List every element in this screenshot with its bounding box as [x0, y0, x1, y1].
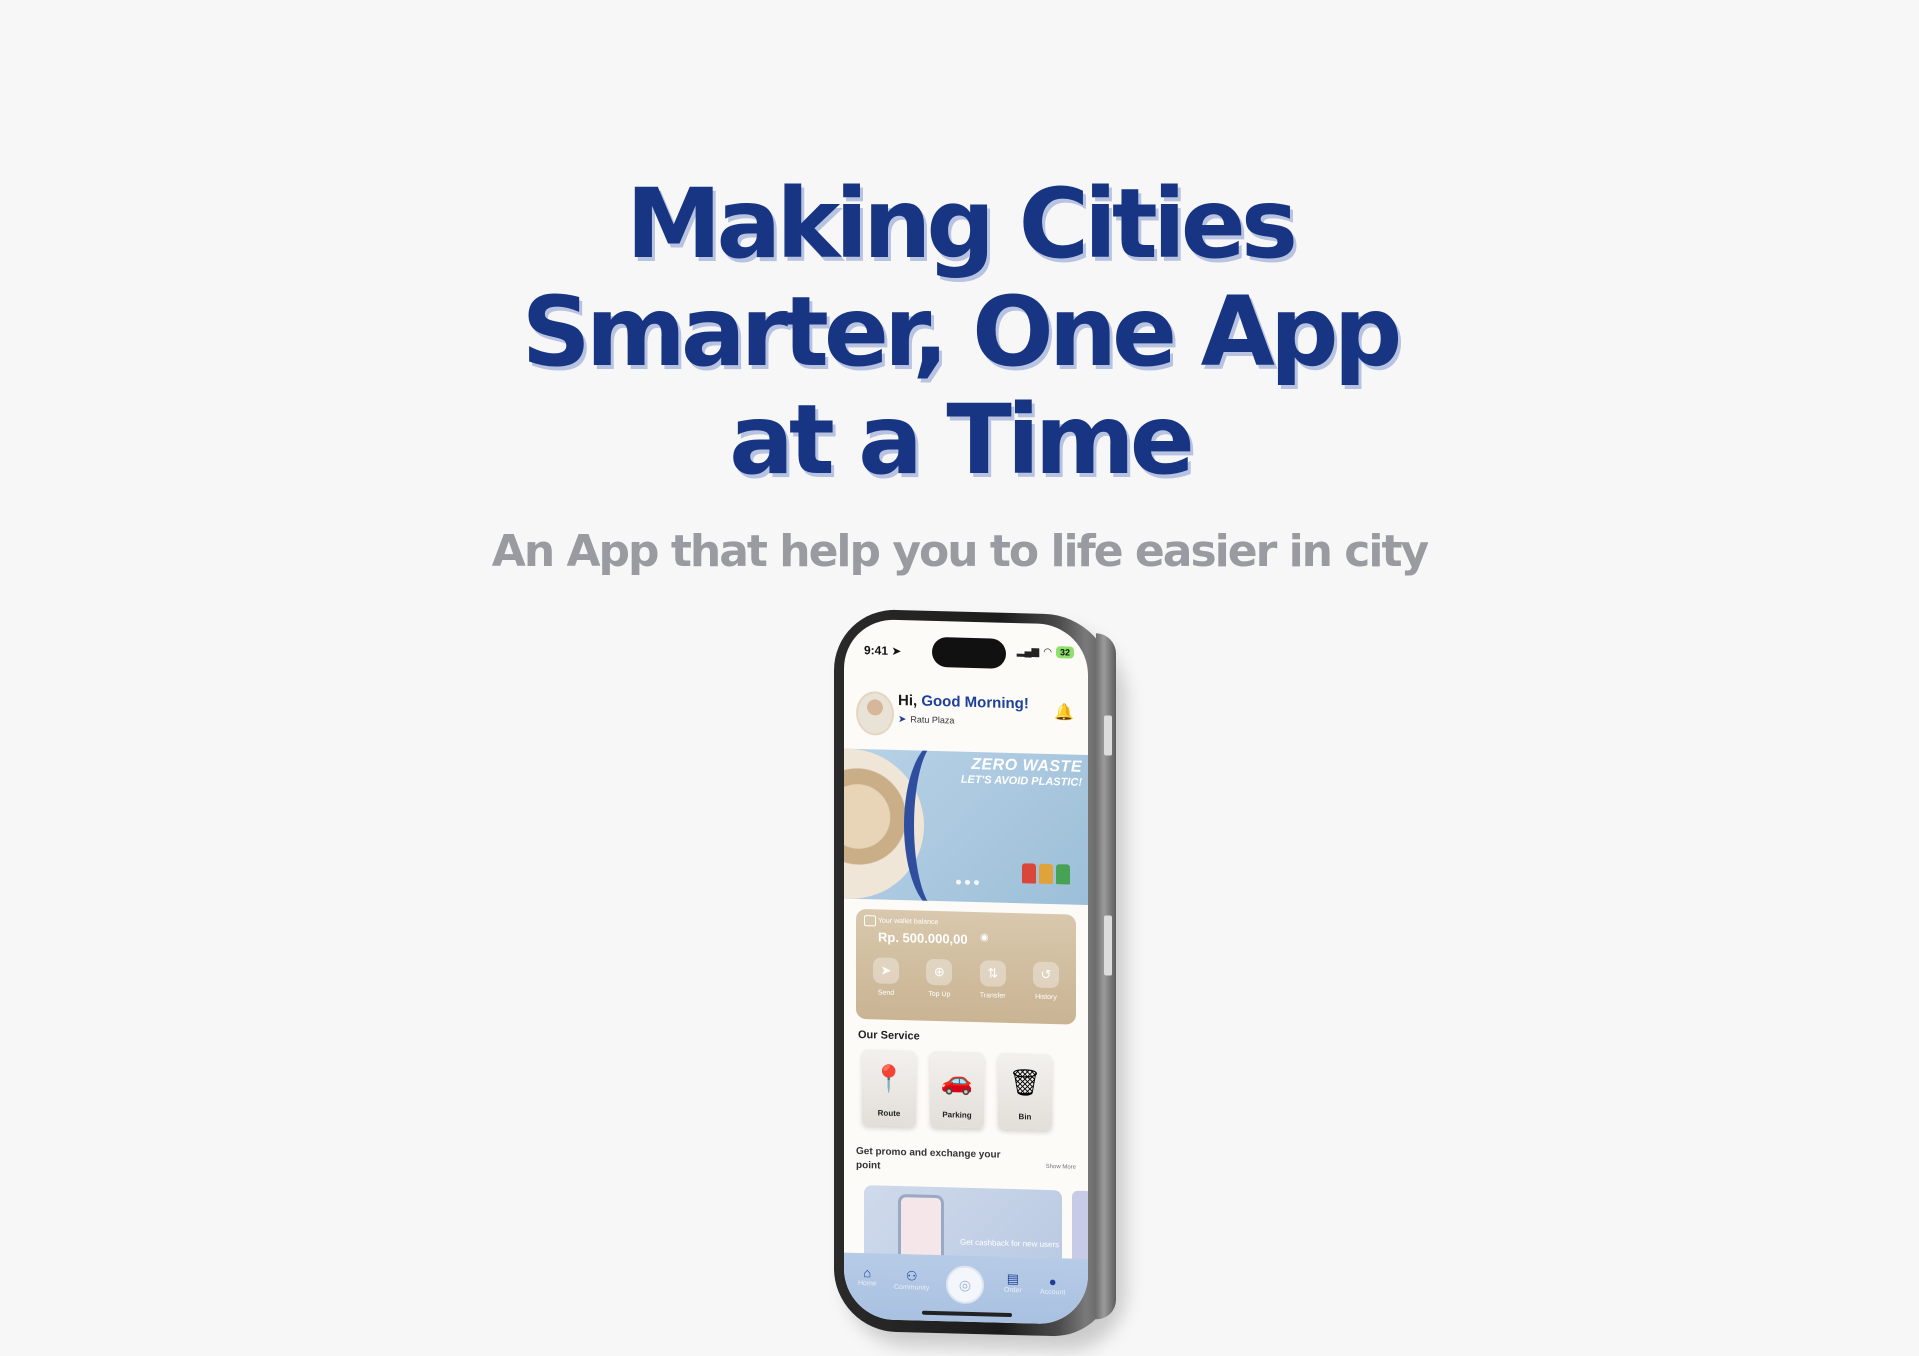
nav-account[interactable]: ● Account — [1040, 1273, 1065, 1296]
service-route[interactable]: 📍 Route — [862, 1049, 916, 1127]
top-up-button[interactable]: ⊕ Top Up — [917, 958, 961, 999]
greeting-header: Hi, Good Morning! ➤ Ratu Plaza 🔔 — [856, 689, 1080, 745]
hero-title-line-2: Smarter, One App — [521, 276, 1403, 388]
hero-title-line-3: at a Time — [729, 384, 1195, 496]
promo-banner[interactable]: ZERO WASTE LET'S AVOID PLASTIC! — [844, 748, 1088, 905]
bell-icon[interactable]: 🔔 — [1054, 702, 1074, 723]
greeting-text: Hi, Good Morning! — [898, 692, 1029, 713]
history-button[interactable]: ↺ History — [1024, 961, 1068, 1001]
parking-icon: 🚗 — [940, 1065, 974, 1096]
hero-title-line-1: Making Cities — [626, 168, 1298, 280]
hero-title: Making Cities Smarter, One App at a Time — [0, 170, 1919, 494]
banner-bins-illustration — [1022, 863, 1070, 885]
scan-button[interactable]: ◎ — [946, 1265, 984, 1305]
account-icon: ● — [1048, 1273, 1057, 1290]
dynamic-island — [932, 636, 1006, 669]
show-more-link[interactable]: Show More — [1046, 1164, 1076, 1171]
wallet-card: Your wallet balance Rp. 500.000,00 ◉ ➤ S… — [856, 908, 1076, 1025]
promo-card-text: Get cashback for new users — [960, 1237, 1060, 1250]
services-list: 📍 Route 🚗 Parking 🗑 Bin — [862, 1049, 1052, 1131]
eye-icon[interactable]: ◉ — [980, 932, 989, 943]
status-icons: ▂▄▆ ◠ 32 — [1016, 645, 1074, 659]
wallet-label: Your wallet balance — [878, 917, 939, 927]
services-title: Our Service — [858, 1028, 920, 1043]
phone-power-button — [1104, 915, 1112, 976]
service-bin[interactable]: 🗑 Bin — [998, 1052, 1052, 1131]
community-icon: ⚇ — [905, 1268, 918, 1284]
history-icon: ↺ — [1032, 961, 1059, 989]
order-icon: ▤ — [1006, 1270, 1020, 1287]
hero-subtitle: An App that help you to life easier in c… — [491, 526, 1429, 577]
bin-icon: 🗑 — [1008, 1066, 1042, 1098]
wallet-amount: Rp. 500.000,00 — [878, 929, 968, 947]
banner-title: ZERO WASTE LET'S AVOID PLASTIC! — [960, 755, 1082, 789]
promo-title: Get promo and exchange your point — [856, 1145, 1001, 1172]
status-time: 9:41 ➤ — [864, 643, 902, 659]
wallet-actions: ➤ Send ⊕ Top Up ⇅ Transfer ↺ History — [864, 957, 1068, 1001]
send-icon: ➤ — [873, 957, 899, 985]
plus-circle-icon: ⊕ — [926, 958, 953, 986]
service-parking[interactable]: 🚗 Parking — [930, 1050, 984, 1129]
home-icon: ⌂ — [863, 1265, 872, 1281]
nav-home[interactable]: ⌂ Home — [858, 1265, 877, 1287]
send-button[interactable]: ➤ Send — [864, 957, 908, 997]
wifi-icon: ◠ — [1043, 646, 1052, 658]
nav-order[interactable]: ▤ Order — [1004, 1271, 1022, 1294]
phone-mockup: 9:41 ➤ ▂▄▆ ◠ 32 Hi, Good Morning! ➤ Ratu … — [834, 608, 1116, 1338]
phone-screen: 9:41 ➤ ▂▄▆ ◠ 32 Hi, Good Morning! ➤ Ratu … — [844, 618, 1088, 1325]
location-label[interactable]: ➤ Ratu Plaza — [898, 714, 954, 726]
avatar[interactable] — [856, 690, 894, 736]
location-arrow-icon: ➤ — [898, 714, 907, 726]
map-pin-icon: 📍 — [872, 1063, 906, 1095]
transfer-button[interactable]: ⇅ Transfer — [971, 960, 1015, 1000]
wallet-icon — [864, 915, 876, 927]
battery-indicator: 32 — [1055, 646, 1074, 659]
phone-side-button — [1104, 715, 1112, 756]
transfer-icon: ⇅ — [979, 960, 1006, 987]
nav-community[interactable]: ⚇ Community — [894, 1268, 929, 1292]
carousel-dots[interactable] — [956, 879, 979, 886]
signal-icon: ▂▄▆ — [1016, 645, 1040, 658]
